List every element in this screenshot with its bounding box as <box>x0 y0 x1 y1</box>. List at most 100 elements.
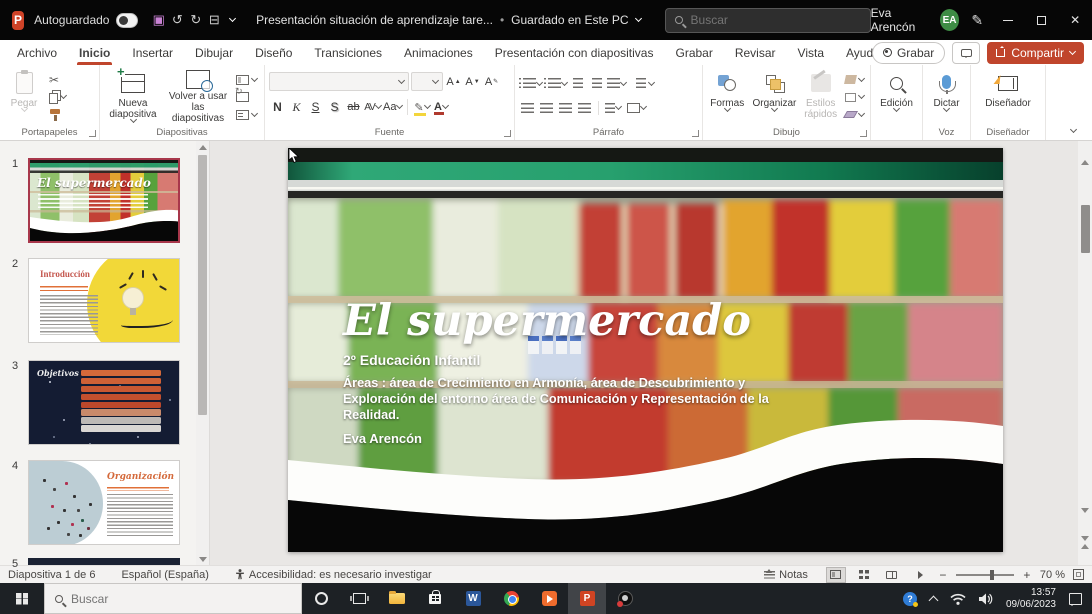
ink-pen-icon[interactable]: ✎ <box>971 12 983 29</box>
font-dialog-launcher-icon[interactable] <box>504 130 511 137</box>
cortana-button[interactable] <box>302 583 340 614</box>
drawing-dialog-launcher-icon[interactable] <box>860 130 867 137</box>
minimize-button[interactable] <box>991 0 1025 40</box>
quick-access-chevron-icon[interactable] <box>225 7 242 33</box>
search-input[interactable] <box>690 13 861 27</box>
decrease-indent-button[interactable] <box>569 75 586 93</box>
powerpoint-taskbar-button[interactable]: P <box>568 583 606 614</box>
italic-button[interactable]: K <box>288 98 305 116</box>
editing-button[interactable]: Edición <box>875 70 918 124</box>
taskbar-search-box[interactable] <box>44 583 302 614</box>
scrollbar-thumb[interactable] <box>1080 205 1090 253</box>
thumbnail-slide-4[interactable]: Organización <box>28 460 180 545</box>
user-avatar[interactable]: EA <box>939 9 960 31</box>
share-button[interactable]: Compartir <box>987 41 1084 64</box>
shape-fill-button[interactable] <box>843 71 866 88</box>
chrome-button[interactable] <box>492 583 530 614</box>
font-size-combo[interactable] <box>411 72 443 91</box>
scroll-up-icon[interactable] <box>1081 139 1089 165</box>
align-left-button[interactable] <box>519 99 536 117</box>
normal-view-button[interactable] <box>825 566 846 583</box>
zoom-slider[interactable] <box>955 569 1014 580</box>
dictate-button[interactable]: Dictar <box>927 70 966 124</box>
fit-slide-to-window-icon[interactable] <box>1073 569 1084 580</box>
volume-icon[interactable] <box>978 593 993 605</box>
action-center-icon[interactable] <box>1069 592 1082 606</box>
task-view-button[interactable] <box>340 583 378 614</box>
zoom-out-button[interactable]: − <box>938 568 948 582</box>
slide-author-text[interactable]: Eva Arencón <box>343 431 422 446</box>
thumbnail-slide-2[interactable]: Introducción <box>28 258 180 343</box>
tab-animaciones[interactable]: Animaciones <box>393 40 484 65</box>
slide-counter[interactable]: Diapositiva 1 de 6 <box>8 569 95 581</box>
slide-title-text[interactable]: El supermercado <box>343 296 751 346</box>
tab-revisar[interactable]: Revisar <box>724 40 787 65</box>
designer-button[interactable]: Diseñador <box>976 70 1040 124</box>
media-app-button[interactable] <box>530 583 568 614</box>
increase-indent-button[interactable] <box>588 75 605 93</box>
thumbnail-slide-5[interactable] <box>28 558 180 565</box>
powerpoint-icon[interactable]: P <box>12 10 25 30</box>
text-highlight-button[interactable]: ✎ <box>413 98 431 116</box>
comments-button[interactable] <box>952 41 981 64</box>
align-center-button[interactable] <box>538 99 555 117</box>
change-case-button[interactable]: Aa <box>383 98 404 116</box>
scrollbar-thumb[interactable] <box>198 155 207 415</box>
slide-canvas[interactable]: El supermercado 2º Educación Infantil Ár… <box>288 148 1003 552</box>
shape-outline-button[interactable] <box>843 89 866 106</box>
paste-button[interactable]: Pegar <box>4 70 44 124</box>
ribbon-search-box[interactable] <box>664 7 871 33</box>
restore-button[interactable] <box>1025 0 1059 40</box>
user-name[interactable]: Eva Arencón <box>871 6 931 34</box>
reset-slide-button[interactable] <box>234 86 259 106</box>
clear-formatting-button[interactable]: A ✎ <box>483 73 500 91</box>
align-right-button[interactable] <box>557 99 574 117</box>
scroll-down-icon[interactable] <box>196 553 209 565</box>
help-tray-icon[interactable]: ? <box>902 591 918 607</box>
accessibility-status[interactable]: Accesibilidad: es necesario investigar <box>235 569 432 581</box>
thumbnail-slide-1[interactable]: El supermercado <box>28 158 180 243</box>
tab-vista[interactable]: Vista <box>787 40 835 65</box>
clipboard-dialog-launcher-icon[interactable] <box>89 130 96 137</box>
strikethrough-button[interactable]: ab <box>345 98 362 116</box>
quick-styles-button[interactable]: Estilos rápidos <box>801 70 840 124</box>
editor-scrollbar[interactable] <box>1078 139 1092 565</box>
record-button[interactable]: Grabar <box>871 41 946 64</box>
tab-presentacion[interactable]: Presentación con diapositivas <box>484 40 665 65</box>
taskbar-search-input[interactable] <box>71 591 251 606</box>
convert-smartart-button[interactable] <box>627 99 648 117</box>
show-hidden-icons-chevron[interactable] <box>928 595 939 605</box>
collapse-ribbon-icon[interactable] <box>1069 125 1078 134</box>
zoom-level[interactable]: 70 % <box>1040 569 1065 581</box>
tab-archivo[interactable]: Archivo <box>6 40 68 65</box>
next-slide-icon[interactable] <box>1081 536 1089 562</box>
wifi-icon[interactable] <box>950 593 966 605</box>
cut-button[interactable]: ✂ <box>47 71 68 88</box>
zoom-in-button[interactable]: + <box>1022 568 1032 582</box>
tab-inicio[interactable]: Inicio <box>68 40 121 65</box>
thumbnail-scrollbar[interactable] <box>196 141 209 565</box>
slide-sorter-view-button[interactable] <box>854 567 874 583</box>
redo-icon[interactable]: ↻ <box>188 7 205 33</box>
columns-button[interactable] <box>604 99 622 117</box>
new-slide-button[interactable]: Nueva diapositiva <box>104 65 162 124</box>
word-button[interactable]: W <box>454 583 492 614</box>
reuse-slides-button[interactable]: Volver a usar las diapositivas <box>165 70 231 124</box>
slideshow-view-button[interactable] <box>910 567 930 583</box>
bullets-button[interactable] <box>519 75 544 93</box>
section-button[interactable] <box>234 106 259 123</box>
document-title[interactable]: Presentación situación de aprendizaje ta… <box>256 13 642 27</box>
numbering-button[interactable] <box>544 75 569 93</box>
slide-subtitle-text[interactable]: 2º Educación Infantil <box>343 352 480 368</box>
font-color-button[interactable]: A <box>432 98 449 116</box>
notes-button[interactable]: Notas <box>764 568 808 581</box>
undo-icon[interactable]: ↺ <box>169 7 186 33</box>
obs-button[interactable] <box>606 583 644 614</box>
format-painter-button[interactable] <box>47 106 68 123</box>
start-slideshow-icon[interactable]: ⊟ <box>206 7 223 33</box>
line-spacing-button[interactable] <box>607 75 628 93</box>
paragraph-dialog-launcher-icon[interactable] <box>692 130 699 137</box>
justify-button[interactable] <box>576 99 593 117</box>
shapes-button[interactable]: Formas <box>707 70 748 124</box>
shrink-font-button[interactable]: A ▼ <box>464 73 481 91</box>
